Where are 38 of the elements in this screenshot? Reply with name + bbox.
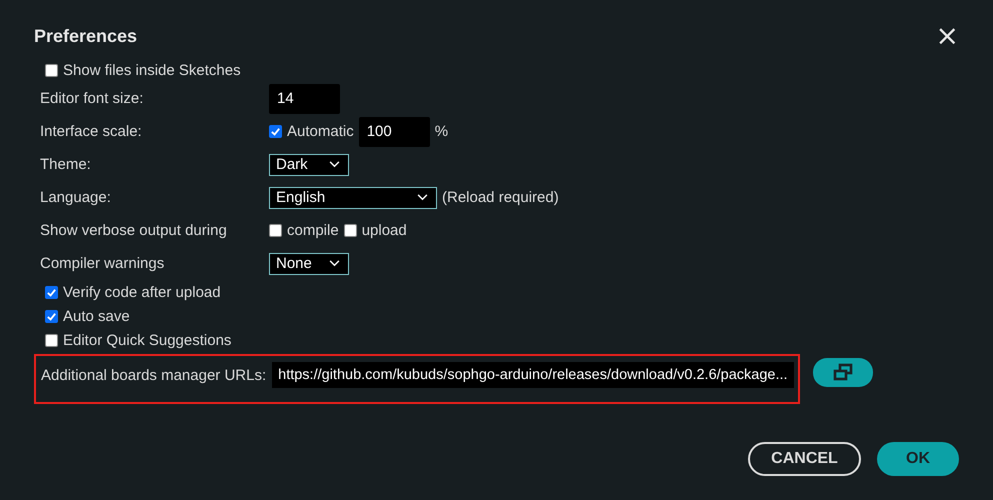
checkbox-label: upload xyxy=(362,222,407,239)
field-label: Show verbose output during xyxy=(40,222,228,239)
cancel-button[interactable]: CANCEL xyxy=(748,442,861,476)
dropdown[interactable]: English xyxy=(269,186,437,208)
chevron-down-icon xyxy=(329,161,340,168)
checkbox[interactable] xyxy=(269,125,282,138)
checkbox-label: Show files inside Sketches xyxy=(63,62,241,78)
dropdown[interactable]: None xyxy=(269,252,349,274)
checkbox-label: Editor Quick Suggestions xyxy=(63,332,232,348)
open-window-button[interactable] xyxy=(812,358,873,386)
windows-icon xyxy=(832,363,854,381)
field-label: Editor font size: xyxy=(40,90,144,107)
checkbox[interactable] xyxy=(269,224,282,237)
checkbox[interactable] xyxy=(45,334,58,346)
checkbox-label: Verify code after upload xyxy=(63,284,221,300)
chevron-down-icon xyxy=(417,194,428,201)
field-label: Interface scale: xyxy=(40,123,143,140)
close-button[interactable]: × xyxy=(936,22,959,50)
field-label: Additional boards manager URLs: xyxy=(41,366,266,384)
field-label: Theme: xyxy=(40,156,92,173)
dropdown[interactable]: Dark xyxy=(269,154,349,176)
checkbox[interactable] xyxy=(45,286,58,298)
checkbox[interactable] xyxy=(344,224,357,237)
number-field[interactable]: 14 xyxy=(269,84,340,114)
dialog-title: Preferences xyxy=(34,26,138,46)
checkbox[interactable] xyxy=(45,64,58,76)
chevron-down-icon xyxy=(329,260,340,267)
unit-label: % xyxy=(434,123,448,140)
checkbox-label: Automatic xyxy=(287,123,354,140)
field-label: Language: xyxy=(40,189,112,206)
checkbox-label: Auto save xyxy=(63,308,130,324)
checkbox-label: compile xyxy=(287,222,339,239)
checkbox[interactable] xyxy=(45,310,58,322)
url-field[interactable]: https://github.com/kubuds/sophgo-arduino/releases/download/v0.2.6/package... xyxy=(272,362,794,388)
scale-field[interactable]: 100 xyxy=(358,116,430,146)
note-text: (Reload required) xyxy=(442,189,559,206)
field-label: Compiler warnings xyxy=(40,255,166,272)
ok-button[interactable]: OK xyxy=(877,442,959,476)
